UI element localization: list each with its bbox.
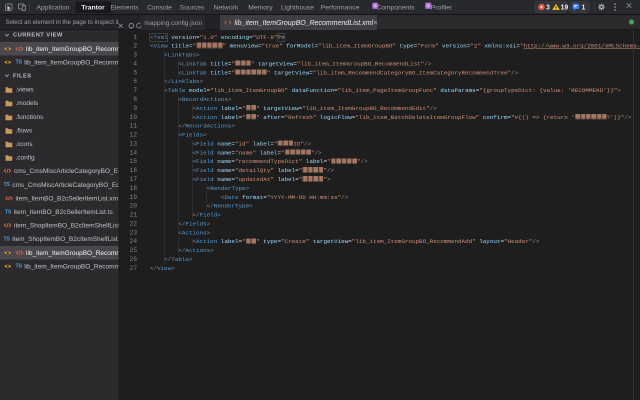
svg-text:3: 3 xyxy=(546,5,550,12)
svg-text:1: 1 xyxy=(582,5,586,12)
svg-text:19: 19 xyxy=(561,5,569,12)
